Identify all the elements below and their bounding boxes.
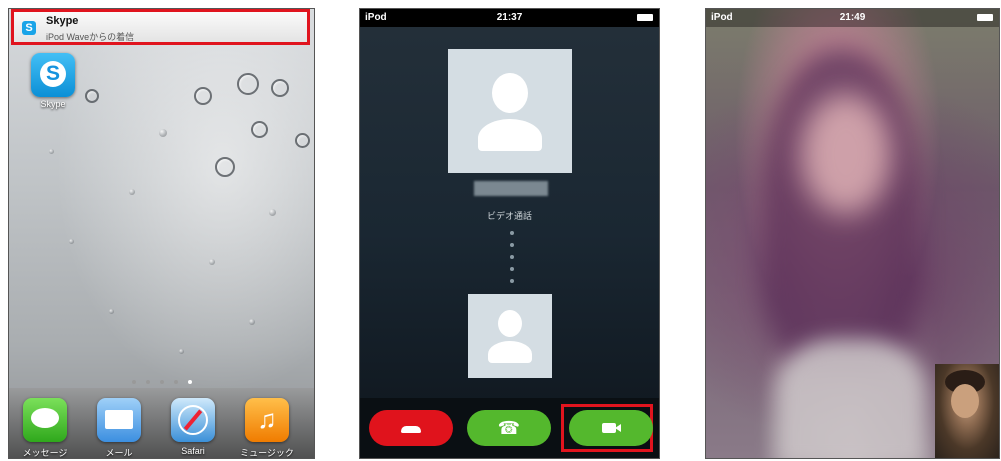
notification-title: Skype: [46, 15, 79, 27]
status-bar: iPod 21:49: [706, 9, 999, 27]
water-drop: [249, 319, 255, 325]
video-call-button[interactable]: [569, 410, 653, 446]
water-drop: [251, 121, 268, 138]
notification-subtitle: iPod Waveからの着信: [46, 32, 135, 42]
hangup-icon: [401, 426, 421, 433]
skype-logo: S: [40, 61, 66, 87]
voice-call-button[interactable]: ☎: [467, 410, 551, 446]
safari-app-icon[interactable]: [171, 398, 215, 442]
callee-name-blurred: [474, 181, 548, 196]
dock-label: ミュージック: [240, 448, 294, 458]
water-drop: [237, 73, 259, 95]
person-icon-body: [488, 341, 532, 363]
page-dot: [174, 380, 178, 384]
callee-avatar: [448, 49, 572, 173]
water-drop: [129, 189, 135, 195]
skype-app-icon[interactable]: S: [31, 53, 75, 97]
remote-video-face: [801, 94, 891, 214]
home-screen: S Skype iPod Waveからの着信 S Skype メッセージ メール…: [8, 8, 315, 459]
page-indicator[interactable]: [127, 371, 207, 402]
progress-dot: [510, 255, 514, 259]
water-drop: [194, 87, 212, 105]
page-dot: [132, 380, 136, 384]
skype-app-label: Skype: [40, 99, 66, 109]
status-bar: iPod 21:37: [360, 9, 659, 27]
progress-dot: [510, 267, 514, 271]
phone-icon: ☎: [497, 418, 521, 438]
caller-avatar: [468, 294, 552, 378]
skype-icon: S: [22, 21, 36, 35]
self-view-thumbnail[interactable]: [935, 364, 999, 458]
dock: メッセージ メール Safari ♫ ミュージック: [9, 388, 314, 458]
person-icon-body: [478, 119, 542, 151]
dock-label: メール: [105, 448, 133, 458]
video-call-screen: iPod 21:49: [705, 8, 1000, 459]
mail-icon: [105, 410, 133, 429]
video-camera-icon: [602, 423, 616, 433]
water-drop: [49, 149, 54, 154]
self-view-face: [951, 384, 979, 418]
music-app-icon[interactable]: ♫: [245, 398, 289, 442]
water-drop: [179, 349, 184, 354]
water-drop: [209, 259, 215, 265]
progress-dot: [510, 243, 514, 247]
remote-video-shirt: [776, 339, 926, 458]
call-button-bar: ☎: [360, 398, 659, 458]
page-dot: [146, 380, 150, 384]
water-drop: [271, 79, 289, 97]
dock-label: Safari: [181, 446, 205, 456]
water-drop: [69, 239, 74, 244]
video-camera-lens: [615, 424, 621, 432]
messages-app-icon[interactable]: [23, 398, 67, 442]
battery-icon: [637, 14, 653, 21]
person-icon: [492, 73, 528, 113]
outgoing-call-screen: iPod 21:37 ビデオ通話 ☎: [359, 8, 660, 459]
skype-notification-banner[interactable]: S Skype iPod Waveからの着信: [11, 9, 310, 45]
water-drop: [269, 209, 276, 216]
video-button-highlight: [561, 404, 653, 452]
page-dot-active: [188, 380, 192, 384]
hangup-button[interactable]: [369, 410, 453, 446]
music-icon: ♫: [257, 404, 277, 434]
status-time: 21:37: [496, 12, 523, 23]
water-drop: [295, 133, 310, 148]
progress-dot: [510, 231, 514, 235]
water-drop: [159, 129, 167, 137]
water-drop: [215, 157, 235, 177]
call-type-label: ビデオ通話: [486, 211, 532, 221]
battery-icon: [977, 14, 993, 21]
messages-icon: [31, 408, 59, 428]
person-icon: [498, 310, 522, 337]
progress-dot: [510, 279, 514, 283]
dock-label: メッセージ: [22, 448, 68, 458]
status-time: 21:49: [839, 12, 866, 23]
page-dot: [160, 380, 164, 384]
mail-app-icon[interactable]: [97, 398, 141, 442]
water-drop: [109, 309, 114, 314]
